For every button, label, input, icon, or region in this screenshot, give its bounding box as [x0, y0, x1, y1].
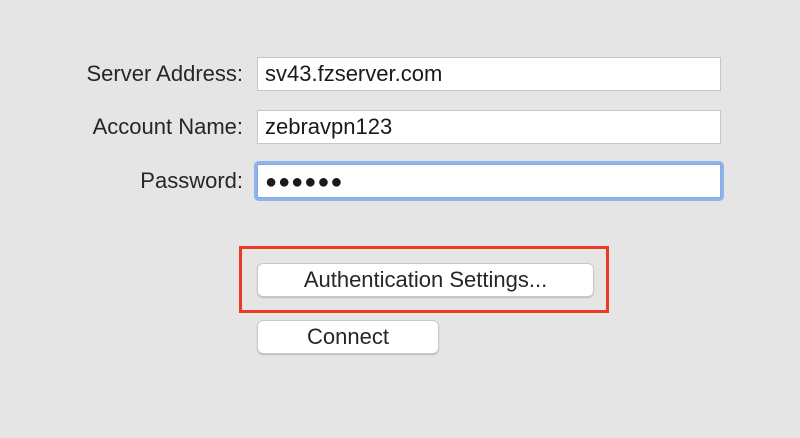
account-name-row: Account Name: zebravpn123 — [0, 108, 800, 146]
password-row: Password: ●●●●●● — [0, 162, 800, 200]
server-address-label: Server Address: — [86, 61, 243, 86]
connect-button[interactable]: Connect — [257, 320, 439, 354]
password-label: Password: — [140, 168, 243, 193]
authentication-settings-button[interactable]: Authentication Settings... — [257, 263, 594, 297]
server-address-row: Server Address: sv43.fzserver.com — [0, 55, 800, 93]
account-name-label: Account Name: — [92, 114, 243, 139]
password-field[interactable]: ●●●●●● — [257, 164, 721, 198]
server-address-field[interactable]: sv43.fzserver.com — [257, 57, 721, 91]
password-masked-value: ●●●●●● — [265, 171, 344, 193]
account-name-field[interactable]: zebravpn123 — [257, 110, 721, 144]
